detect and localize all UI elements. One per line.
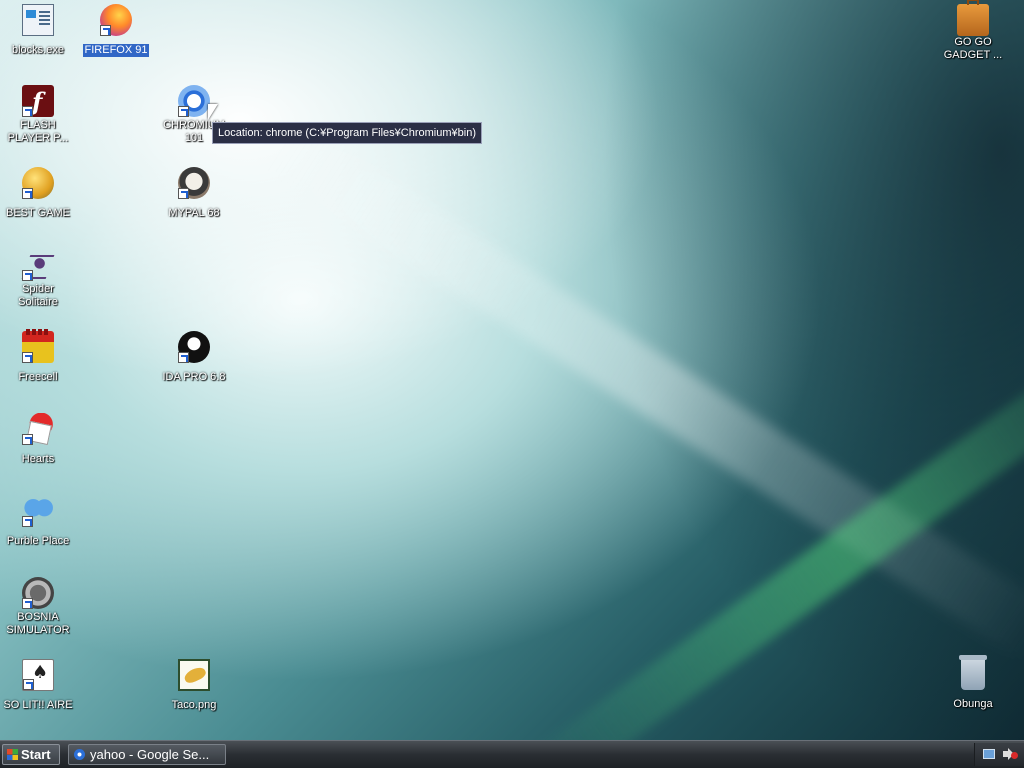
recycle-bin-icon	[959, 655, 987, 690]
shortcut-arrow-icon	[22, 352, 33, 363]
best-game-icon	[22, 167, 54, 199]
shortcut-arrow-icon	[22, 598, 33, 609]
icon-label: GO GO GADGET ...	[943, 36, 1003, 61]
blocks-app-icon	[22, 4, 54, 36]
mouse-cursor-icon	[208, 104, 218, 120]
desktop-icon-bosnia-simulator[interactable]: BOSNIA SIMULATOR	[0, 577, 76, 637]
start-button[interactable]: Start	[2, 744, 60, 765]
solitaire-card-icon	[22, 659, 54, 691]
icon-label: FLASH PLAYER P...	[7, 119, 69, 144]
taskbar-item-label: yahoo - Google Se...	[90, 747, 210, 762]
icon-label: Obunga	[953, 698, 993, 710]
icon-label: blocks.exe	[12, 44, 64, 56]
system-tray	[974, 743, 1024, 766]
desktop-icon-go-go-gadget[interactable]: GO GO GADGET ...	[935, 0, 1011, 62]
icon-label: MYPAL 68	[168, 207, 220, 219]
hearts-icon	[22, 413, 54, 445]
shortcut-arrow-icon	[22, 188, 33, 199]
desktop-icon-hearts[interactable]: Hearts	[0, 413, 76, 466]
taskbar-item-chromium-window[interactable]: yahoo - Google Se...	[68, 744, 226, 765]
shortcut-arrow-icon	[22, 270, 33, 281]
briefcase-icon	[957, 0, 989, 36]
purble-place-icon	[22, 495, 54, 527]
firefox-icon	[100, 4, 132, 36]
icon-label: Freecell	[18, 371, 58, 383]
mypal-icon	[178, 167, 210, 199]
windows-logo-icon	[7, 749, 18, 760]
freecell-icon	[22, 329, 54, 363]
spider-icon	[22, 249, 54, 281]
start-label: Start	[21, 747, 51, 762]
shortcut-arrow-icon	[22, 106, 33, 117]
desktop-icon-purble-place[interactable]: Purble Place	[0, 495, 76, 548]
icon-label: FIREFOX 91	[82, 44, 150, 57]
shortcut-arrow-icon	[178, 188, 189, 199]
icon-label: BOSNIA SIMULATOR	[6, 611, 70, 636]
desktop-icon-mypal[interactable]: MYPAL 68	[156, 167, 232, 220]
desktop-icon-taco[interactable]: Taco.png	[156, 659, 232, 712]
icon-label: Taco.png	[171, 699, 217, 711]
taco-image-icon	[178, 659, 210, 691]
icon-label: Hearts	[21, 453, 55, 465]
desktop-icon-flash-player[interactable]: FLASH PLAYER P...	[0, 85, 76, 145]
desktop-icon-solitaire[interactable]: SO LIT!! AIRE	[0, 659, 76, 712]
location-tooltip: Location: chrome (C:¥Program Files¥Chrom…	[212, 122, 482, 144]
desktop-icon-firefox[interactable]: FIREFOX 91	[78, 4, 154, 57]
chromium-icon	[74, 749, 85, 760]
ida-pro-icon	[178, 331, 210, 363]
shortcut-arrow-icon	[100, 25, 111, 36]
shortcut-arrow-icon	[178, 106, 189, 117]
taskbar: Start yahoo - Google Se...	[0, 740, 1024, 768]
shortcut-arrow-icon	[22, 434, 33, 445]
mute-indicator-icon	[1011, 752, 1018, 759]
icon-label: Spider Solitaire	[18, 283, 58, 308]
desktop-icon-freecell[interactable]: Freecell	[0, 329, 76, 384]
shortcut-arrow-icon	[178, 352, 189, 363]
chromium-icon	[178, 85, 210, 117]
icon-label: BEST GAME	[6, 207, 70, 219]
desktop[interactable]: blocks.exe FIREFOX 91 FLASH PLAYER P... …	[0, 0, 1024, 740]
desktop-icon-blocks[interactable]: blocks.exe	[0, 4, 76, 57]
bosnia-simulator-icon	[22, 577, 54, 609]
desktop-icon-ida-pro[interactable]: IDA PRO 6.8	[156, 331, 232, 384]
network-icon[interactable]	[983, 749, 995, 759]
shortcut-arrow-icon	[23, 679, 34, 690]
shortcut-arrow-icon	[22, 516, 33, 527]
desktop-icon-spider-solitaire[interactable]: Spider Solitaire	[0, 249, 76, 309]
desktop-icon-best-game[interactable]: BEST GAME	[0, 167, 76, 220]
icon-label: IDA PRO 6.8	[162, 371, 226, 383]
desktop-icon-recycle-bin[interactable]: Obunga	[935, 655, 1011, 711]
icon-label: SO LIT!! AIRE	[3, 699, 73, 711]
icon-label: Purble Place	[6, 535, 70, 547]
flash-player-icon	[22, 85, 54, 117]
